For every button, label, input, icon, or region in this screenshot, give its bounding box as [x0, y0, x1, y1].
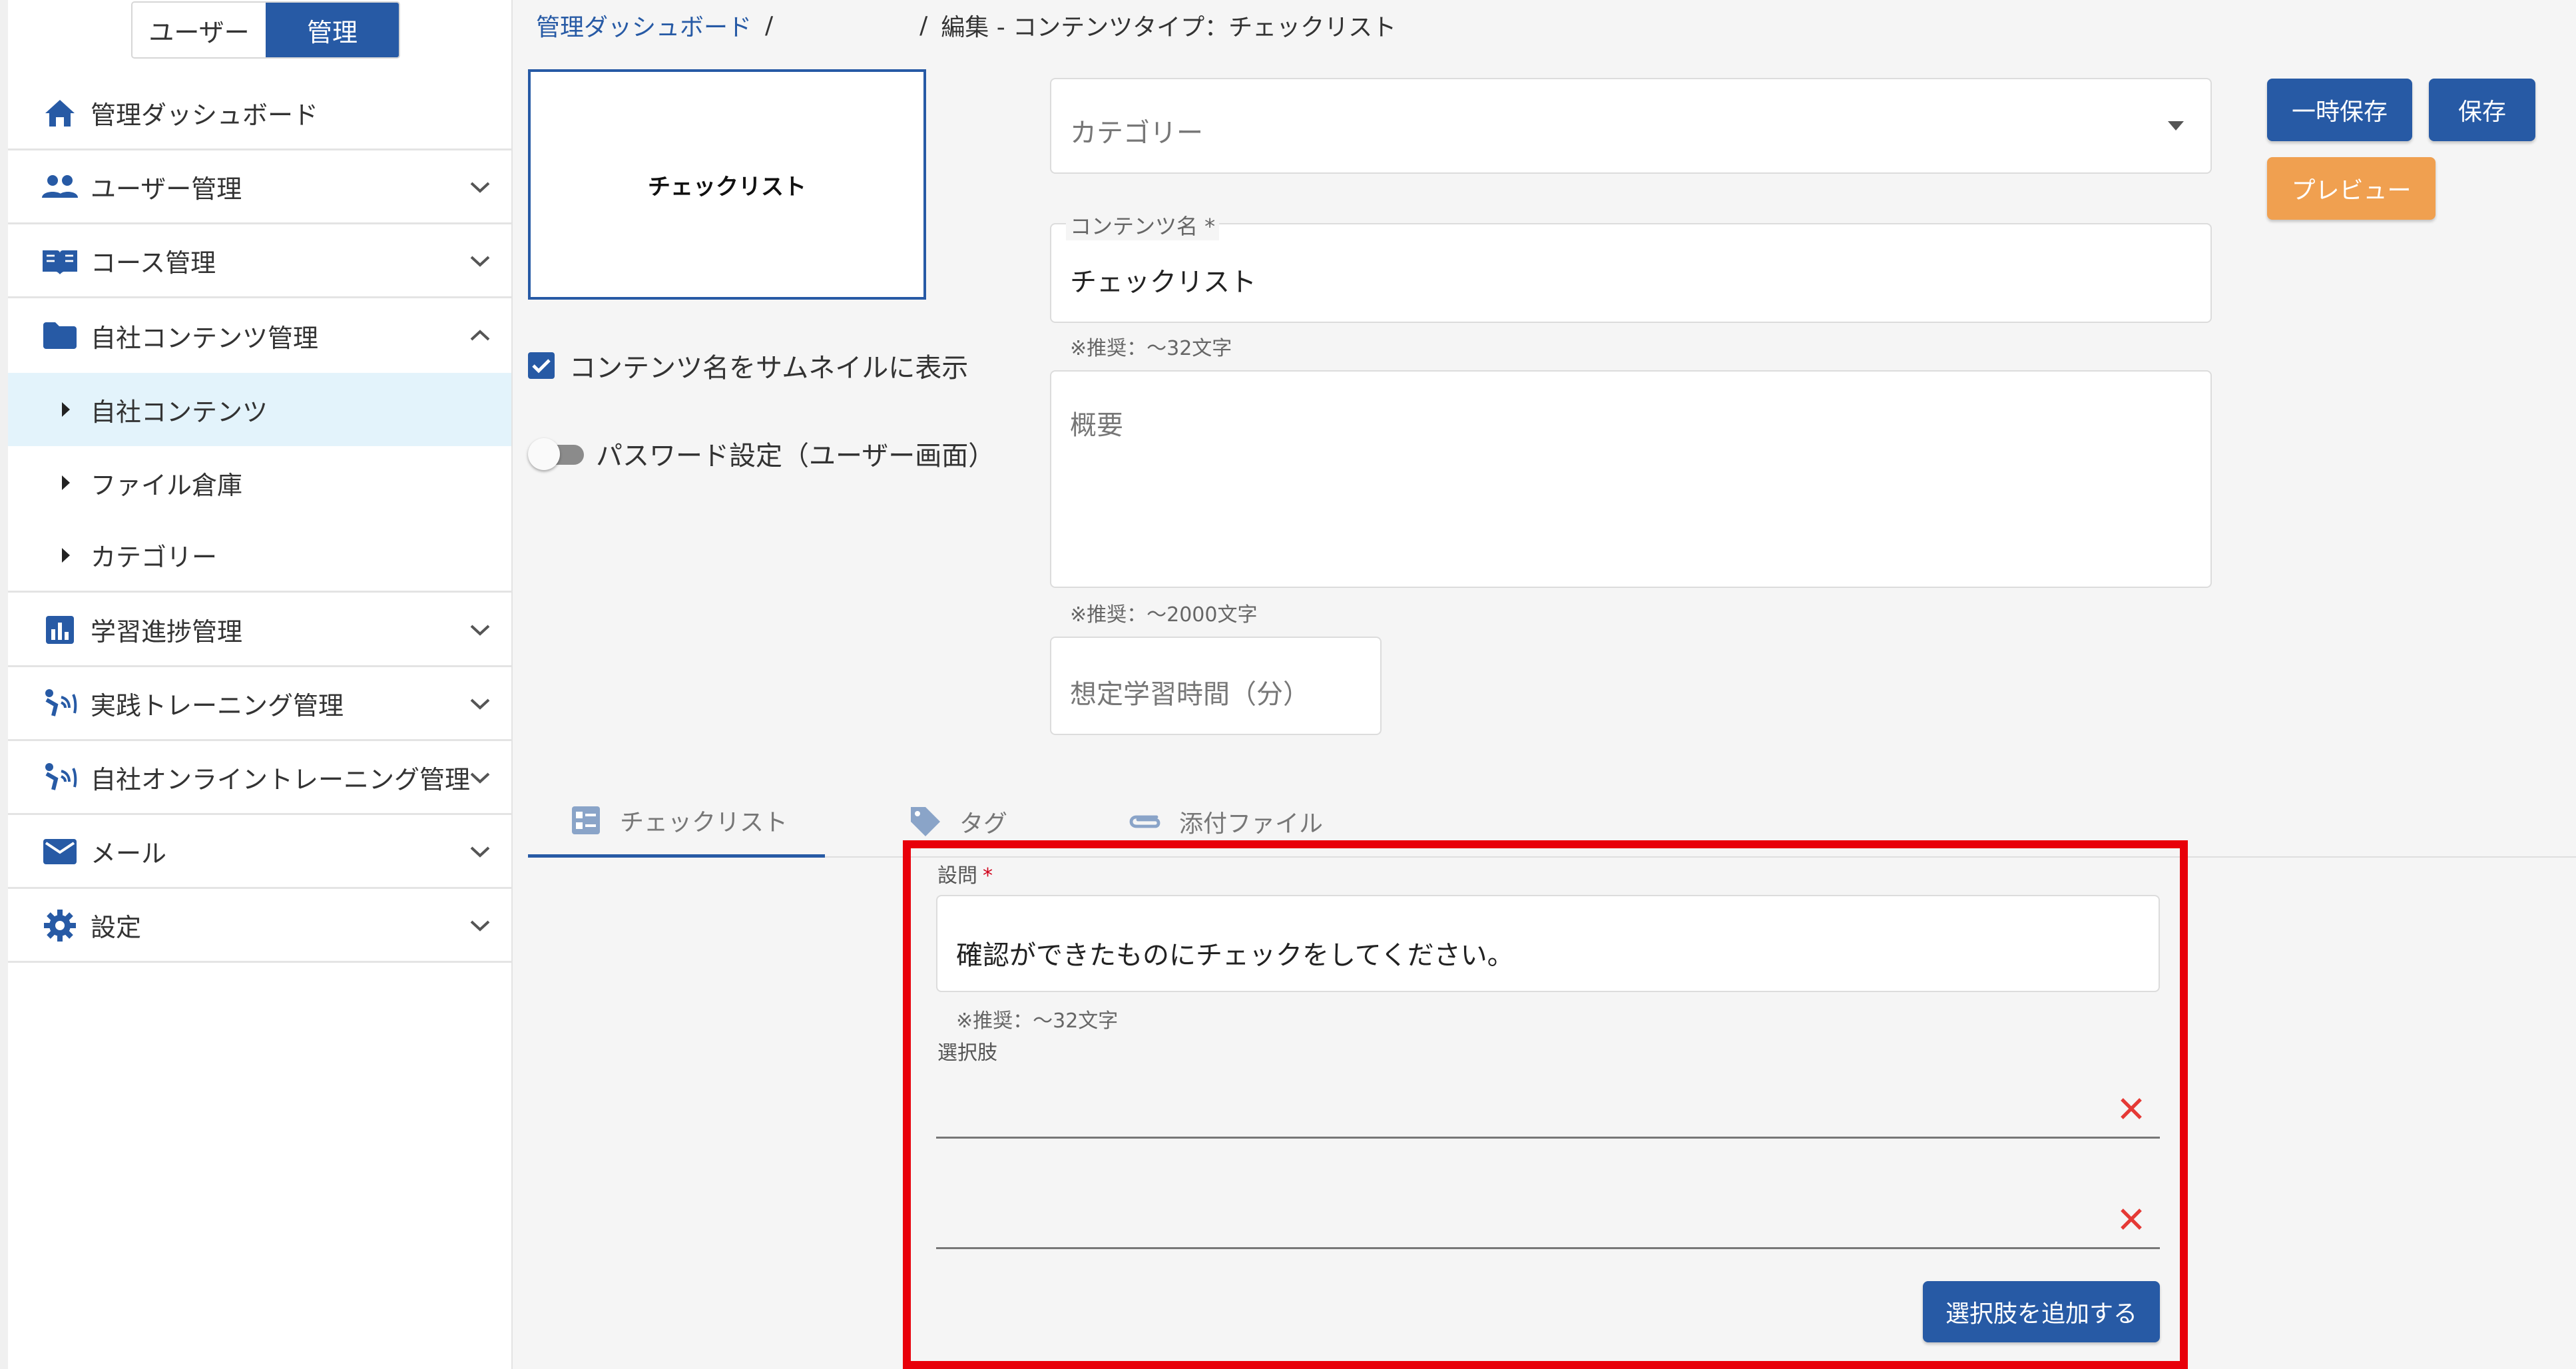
breadcrumb-current: 編集 - コンテンツタイプ：チェックリスト: [941, 14, 1397, 41]
add-choice-button[interactable]: 選択肢を追加する: [1923, 1281, 2160, 1342]
content-name-value: チェックリスト: [1070, 267, 1256, 298]
paperclip-icon: [1127, 804, 1163, 840]
sidebar-item-label: 自社コンテンツ: [91, 397, 268, 427]
sidebar-item-online-training[interactable]: 自社オンライントレーニング管理: [8, 742, 511, 815]
show-name-label: コンテンツ名をサムネイルに表示: [569, 353, 969, 384]
show-name-option: コンテンツ名をサムネイルに表示: [528, 346, 968, 385]
sidebar-item-label: 自社コンテンツ管理: [91, 323, 319, 353]
breadcrumb-separator: /: [765, 11, 774, 39]
required-mark: *: [983, 864, 993, 888]
summary-placeholder: 概要: [1070, 410, 1123, 441]
chevron-down-icon[interactable]: [463, 244, 497, 278]
tab-tag[interactable]: タグ: [907, 786, 1007, 858]
sidebar-item-dashboard[interactable]: 管理ダッシュボード: [8, 77, 511, 150]
sidebar-item-label: ファイル倉庫: [91, 470, 243, 500]
admin-mode-button[interactable]: 管理: [266, 3, 399, 57]
choice-input[interactable]: [936, 1072, 2160, 1139]
breadcrumb-dashboard-link[interactable]: 管理ダッシュボード: [536, 8, 752, 43]
summary-textarea[interactable]: 概要: [1050, 370, 2212, 588]
training-icon: [38, 682, 82, 726]
sidebar-item-label: 管理ダッシュボード: [91, 101, 319, 130]
dropdown-arrow-icon: [2168, 121, 2184, 133]
sidebar: ユーザー 管理 管理ダッシュボード ユーザー管理 コース管理 自社コンテンツ管理: [0, 0, 513, 1369]
thumbnail-preview[interactable]: チェックリスト: [528, 69, 926, 300]
question-input[interactable]: 確認ができたものにチェックをしてください。: [936, 895, 2160, 992]
category-placeholder: カテゴリー: [1070, 118, 1203, 148]
save-button[interactable]: 保存: [2429, 79, 2535, 141]
mail-icon: [38, 830, 82, 874]
sidebar-item-label: メール: [91, 839, 167, 868]
password-toggle[interactable]: [528, 437, 588, 470]
content-name-label: コンテンツ名 *: [1066, 210, 1220, 240]
sidebar-item-progress[interactable]: 学習進捗管理: [8, 594, 511, 667]
tag-icon: [907, 804, 943, 840]
sidebar-item-file-storage[interactable]: ファイル倉庫: [8, 446, 511, 519]
choice-input[interactable]: [936, 1183, 2160, 1249]
caret-right-icon: [56, 545, 76, 565]
question-label-text: 設問: [937, 864, 977, 888]
thumbnail-text: チェックリスト: [648, 173, 806, 200]
content-tabs: チェックリスト タグ 添付ファイル: [528, 786, 2576, 858]
caret-right-icon: [56, 473, 76, 493]
sidebar-item-own-contents[interactable]: 自社コンテンツ: [8, 373, 511, 446]
summary-hint: ※推奨：～2000文字: [1070, 603, 1258, 627]
gear-icon: [38, 904, 82, 948]
tab-checklist[interactable]: チェックリスト: [528, 786, 825, 858]
sidebar-item-label: ユーザー管理: [91, 174, 242, 204]
chevron-down-icon[interactable]: [463, 170, 497, 204]
toggle-knob: [528, 438, 560, 470]
chevron-down-icon[interactable]: [463, 613, 497, 647]
delete-choice-icon[interactable]: [2115, 1203, 2148, 1236]
home-icon: [38, 91, 82, 135]
checklist-icon: [568, 802, 604, 838]
preview-button[interactable]: プレビュー: [2267, 157, 2436, 220]
chevron-up-icon[interactable]: [463, 319, 497, 352]
sidebar-item-practice-training[interactable]: 実践トレーニング管理: [8, 668, 511, 741]
study-time-input[interactable]: 想定学習時間（分）: [1050, 637, 1382, 735]
user-mode-button[interactable]: ユーザー: [132, 3, 266, 57]
sidebar-item-label: 設定: [91, 913, 142, 942]
password-label: パスワード設定（ユーザー画面）: [596, 441, 995, 471]
chevron-down-icon[interactable]: [463, 835, 497, 868]
breadcrumb-separator: /: [919, 11, 928, 39]
chevron-down-icon[interactable]: [463, 687, 497, 720]
sidebar-item-label: 自社オンライントレーニング管理: [91, 765, 471, 794]
delete-choice-icon[interactable]: [2115, 1092, 2148, 1125]
temp-save-button[interactable]: 一時保存: [2267, 79, 2412, 141]
sidebar-item-label: 学習進捗管理: [91, 617, 243, 647]
sidebar-item-own-content[interactable]: 自社コンテンツ管理: [8, 299, 511, 372]
content-name-input[interactable]: コンテンツ名 * チェックリスト: [1050, 210, 2212, 323]
users-icon: [38, 165, 82, 209]
chart-icon: [38, 608, 82, 652]
caret-right-icon: [56, 400, 76, 419]
folder-icon: [38, 314, 82, 358]
sidebar-item-label: 実践トレーニング管理: [91, 691, 344, 720]
sidebar-item-label: コース管理: [91, 248, 216, 278]
chevron-down-icon[interactable]: [463, 909, 497, 942]
tab-label: 添付ファイル: [1179, 810, 1324, 838]
password-option: パスワード設定（ユーザー画面）: [528, 434, 995, 473]
question-label: 設問 *: [937, 859, 993, 888]
study-time-placeholder: 想定学習時間（分）: [1070, 679, 1310, 710]
sidebar-item-courses[interactable]: コース管理: [8, 225, 511, 298]
chevron-down-icon[interactable]: [463, 761, 497, 794]
sidebar-item-users[interactable]: ユーザー管理: [8, 151, 511, 224]
question-hint: ※推奨：～32文字: [956, 1009, 1119, 1033]
sidebar-item-settings[interactable]: 設定: [8, 890, 511, 963]
question-value: 確認ができたものにチェックをしてください。: [956, 940, 1514, 971]
tab-label: チェックリスト: [620, 808, 788, 836]
choices-label: 選択肢: [937, 1041, 997, 1065]
online-training-icon: [38, 756, 82, 800]
sidebar-item-category[interactable]: カテゴリー: [8, 519, 511, 593]
show-name-checkbox[interactable]: [528, 352, 555, 379]
breadcrumb: 管理ダッシュボード / / 編集 - コンテンツタイプ：チェックリスト: [536, 8, 1396, 43]
mode-toggle: ユーザー 管理: [131, 1, 400, 59]
book-icon: [38, 239, 82, 283]
content-name-hint: ※推奨：～32文字: [1070, 337, 1232, 360]
tab-attachments[interactable]: 添付ファイル: [1127, 786, 1323, 858]
sidebar-item-label: カテゴリー: [91, 543, 218, 572]
sidebar-item-mail[interactable]: メール: [8, 816, 511, 889]
tab-label: タグ: [959, 810, 1008, 838]
category-select[interactable]: カテゴリー: [1050, 78, 2212, 174]
